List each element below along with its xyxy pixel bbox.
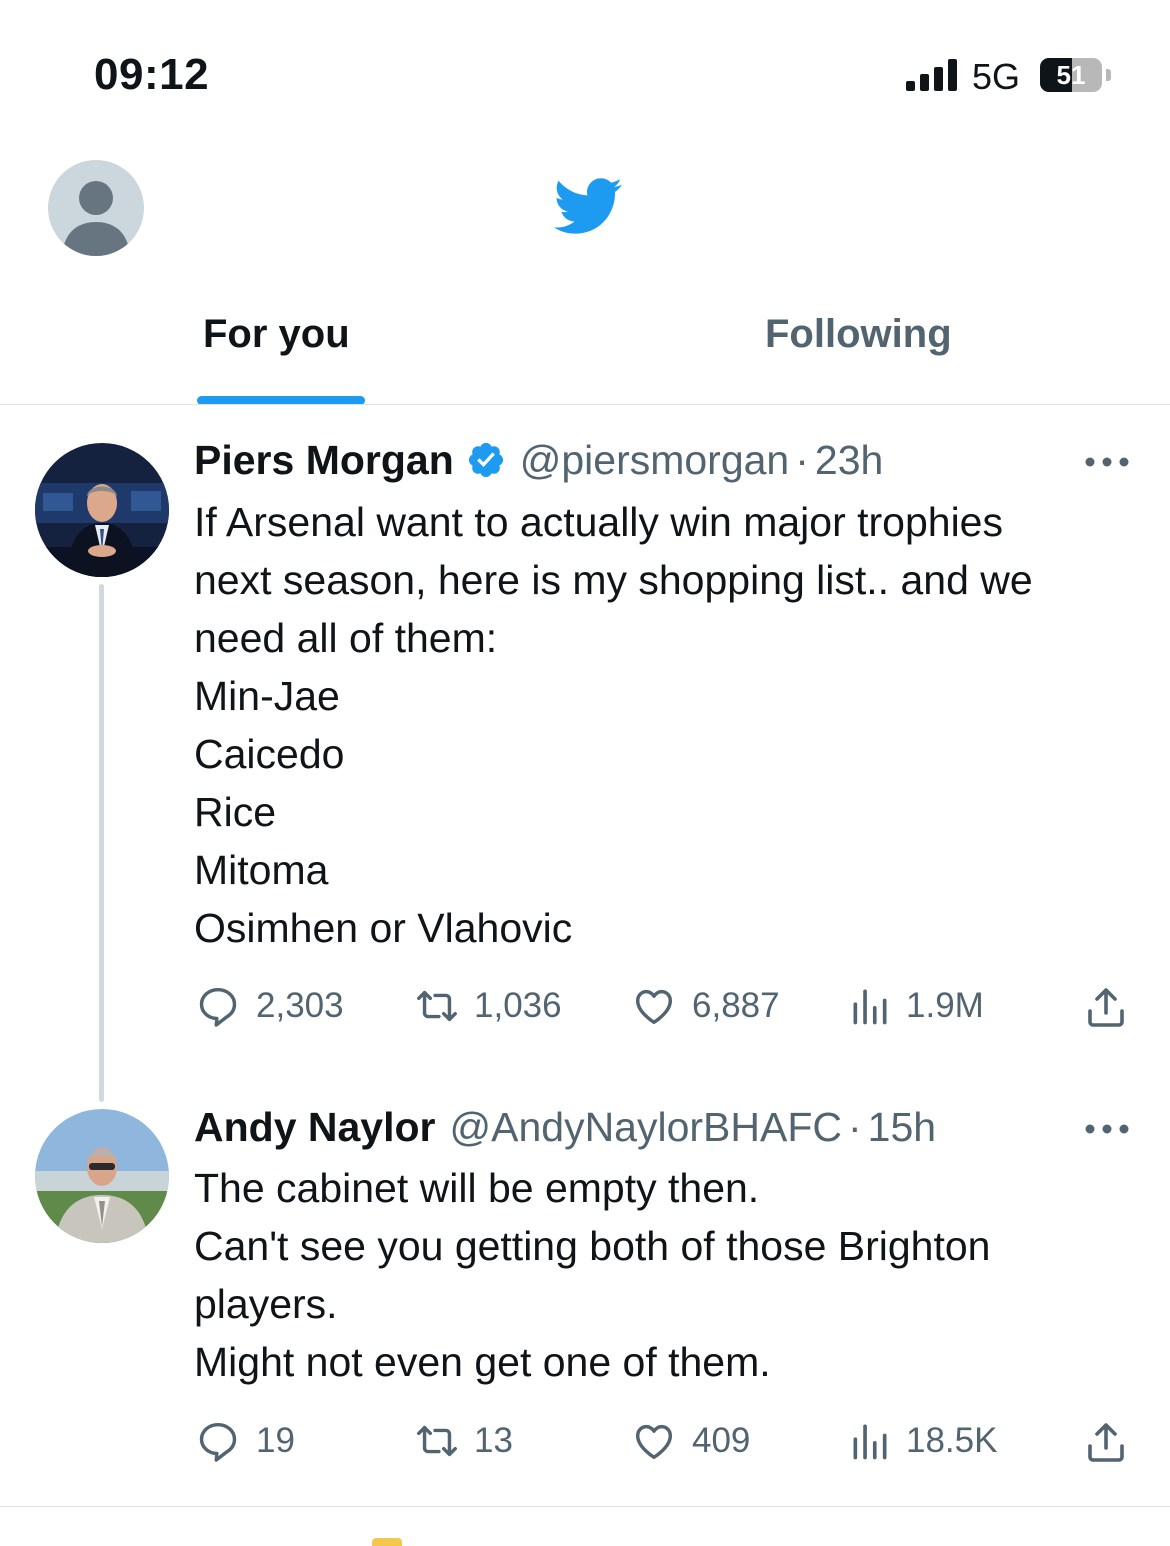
tweet-text-line: Caicedo [194, 731, 345, 777]
separator-dot: · [795, 437, 809, 483]
signal-strength-icon [906, 59, 957, 91]
more-options-icon[interactable] [1084, 456, 1130, 468]
tweet-text-line: The cabinet will be empty then. [194, 1165, 760, 1211]
like-count: 6,887 [692, 986, 780, 1025]
default-profile-icon [62, 181, 130, 256]
tweet-text-line: players. [194, 1281, 338, 1327]
retweet-count: 13 [474, 1421, 513, 1460]
reply-icon [199, 1422, 237, 1462]
reply-icon [199, 987, 237, 1027]
tweet-avatar-andy-naylor[interactable] [35, 1109, 169, 1243]
retweet-icon [417, 1425, 457, 1457]
battery-icon: 51 [1040, 58, 1112, 94]
author-handle[interactable]: @piersmorgan [520, 437, 790, 483]
views-button[interactable]: 18.5K [848, 1418, 997, 1464]
reply-button[interactable]: 2,303 [194, 983, 344, 1029]
author-name[interactable]: Andy Naylor [194, 1104, 436, 1150]
views-button[interactable]: 1.9M [848, 983, 984, 1029]
retweet-icon [417, 990, 457, 1022]
tweet-text-line: next season, here is my shopping list.. … [194, 557, 1033, 603]
andy-naylor-avatar-image [35, 1109, 169, 1243]
tabs-divider [0, 404, 1170, 405]
next-tweet-avatar-peek [372, 1538, 402, 1546]
piers-morgan-avatar-image [35, 443, 169, 577]
views-chart-icon [853, 989, 887, 1025]
tweet-avatar-piers-morgan[interactable] [35, 443, 169, 577]
share-icon[interactable] [1082, 1418, 1130, 1466]
thread-connector-line [99, 584, 104, 1102]
heart-icon [635, 989, 673, 1025]
tweet-header: Piers Morgan @piersmorgan · 23h [194, 437, 883, 484]
more-options-icon[interactable] [1084, 1123, 1130, 1135]
battery-percent: 51 [1056, 60, 1086, 90]
share-icon[interactable] [1082, 983, 1130, 1031]
tweet-text-line: Rice [194, 789, 277, 835]
feed-divider [0, 1506, 1170, 1507]
tweet-header: Andy Naylor @AndyNaylorBHAFC · 15h [194, 1104, 936, 1151]
retweet-count: 1,036 [474, 986, 562, 1025]
tweet-text-line: Min-Jae [194, 673, 340, 719]
retweet-button[interactable]: 1,036 [410, 983, 562, 1029]
tweet-text-line: Osimhen or Vlahovic [194, 905, 573, 951]
status-time: 09:12 [94, 50, 210, 99]
tweet-text-line: need all of them: [194, 615, 498, 661]
view-count: 1.9M [906, 986, 984, 1025]
profile-avatar-button[interactable] [48, 160, 144, 256]
network-label: 5G [972, 56, 1021, 97]
tweet-text-line: If Arsenal want to actually win major tr… [194, 499, 1003, 545]
like-button[interactable]: 409 [630, 1418, 750, 1464]
views-chart-icon [853, 1424, 887, 1460]
view-count: 18.5K [906, 1421, 998, 1460]
author-handle[interactable]: @AndyNaylorBHAFC [450, 1104, 843, 1150]
reply-count: 19 [256, 1421, 295, 1460]
heart-icon [635, 1424, 673, 1460]
reply-count: 2,303 [256, 986, 344, 1025]
tweet-text-line: Mitoma [194, 847, 329, 893]
reply-button[interactable]: 19 [194, 1418, 295, 1464]
tweet-timestamp[interactable]: 23h [815, 437, 883, 483]
tweet-text-line: Might not even get one of them. [194, 1339, 771, 1385]
tweet-text-line: Can't see you getting both of those Brig… [194, 1223, 991, 1269]
tab-following[interactable]: Following [765, 312, 952, 357]
verified-badge-icon [468, 442, 503, 478]
separator-dot: · [848, 1104, 862, 1150]
retweet-button[interactable]: 13 [410, 1418, 513, 1464]
tweet-timestamp[interactable]: 15h [868, 1104, 936, 1150]
like-button[interactable]: 6,887 [630, 983, 780, 1029]
tab-for-you[interactable]: For you [203, 312, 350, 357]
twitter-bird-icon[interactable] [544, 170, 630, 242]
like-count: 409 [692, 1421, 751, 1460]
author-name[interactable]: Piers Morgan [194, 437, 454, 483]
